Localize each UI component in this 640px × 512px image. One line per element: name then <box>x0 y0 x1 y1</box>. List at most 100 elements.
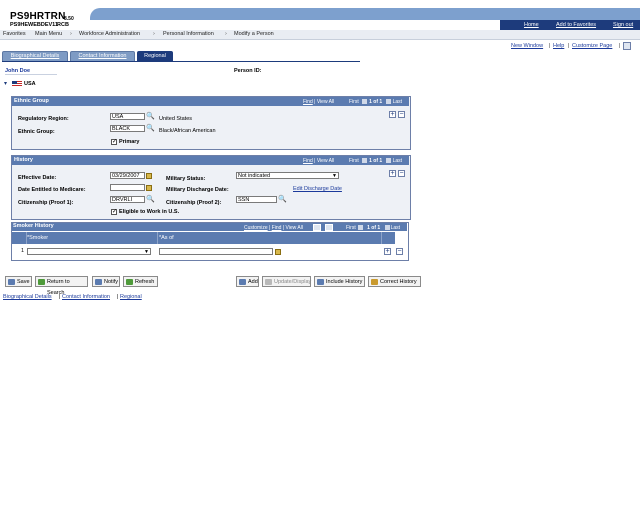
calendar-icon[interactable] <box>146 173 152 179</box>
history-find-link[interactable]: Find <box>303 158 313 164</box>
history-view-all: View All <box>316 158 335 164</box>
breadcrumb-separator: › <box>70 31 72 37</box>
add-to-favorites-link[interactable]: Add to Favorites <box>556 22 596 28</box>
database-name: PS9HEWEBDEV11 <box>10 22 58 28</box>
correct-history-button[interactable]: Correct History <box>368 276 421 287</box>
smoker-view-all: View All <box>285 225 303 231</box>
correct-history-icon <box>371 279 378 285</box>
history-count: 1 of 1 <box>369 158 383 164</box>
link-separator: | <box>568 43 570 49</box>
history-first-arrow-icon[interactable] <box>362 158 367 163</box>
smoker-last-arrow-icon[interactable] <box>385 225 390 230</box>
chevron-down-icon[interactable]: ▼ <box>332 173 337 179</box>
calendar-icon[interactable] <box>146 185 152 191</box>
ethnic-last-arrow-icon[interactable] <box>386 99 391 104</box>
return-to-search-button[interactable]: Return to Search <box>35 276 88 296</box>
menu-workforce-administration[interactable]: Workforce Administration <box>79 31 140 37</box>
update-display-icon <box>265 279 272 285</box>
add-row-icon[interactable]: + <box>384 248 391 255</box>
add-icon <box>239 279 246 285</box>
save-button[interactable]: Save <box>5 276 32 287</box>
name-underline <box>5 74 57 75</box>
smoker-first-arrow-icon[interactable] <box>358 225 363 230</box>
us-flag-canton <box>12 81 17 84</box>
save-icon <box>8 279 15 285</box>
footer-link-regional[interactable]: Regional <box>120 294 142 300</box>
refresh-button[interactable]: Refresh <box>123 276 158 287</box>
lookup-icon[interactable]: 🔍 <box>278 196 287 203</box>
eligible-to-work-checkbox[interactable]: ✓ <box>111 209 117 215</box>
menu-modify-a-person[interactable]: Modify a Person <box>234 31 274 37</box>
sign-out-link[interactable]: Sign out <box>613 22 633 28</box>
smoker-customize-link[interactable]: Customize <box>244 225 268 231</box>
download-icon[interactable] <box>313 224 321 231</box>
collapse-icon[interactable]: ▾ <box>4 80 7 87</box>
history-title: History <box>14 157 33 163</box>
smoker-column-header[interactable]: *Smoker <box>27 235 48 241</box>
citizenship-proof2-label: Citizenship (Proof 2): <box>166 200 222 206</box>
column-divider <box>157 232 158 244</box>
ethnic-group-desc: Black/African American <box>159 128 216 134</box>
notify-icon <box>95 279 102 285</box>
citizenship-proof2-input[interactable]: SSN <box>236 196 277 203</box>
update-display-button[interactable]: Update/Display <box>262 276 311 287</box>
smoker-column-header-row <box>12 232 395 244</box>
customize-page-link[interactable]: Customize Page <box>572 43 612 49</box>
ethnic-find-link[interactable]: Find <box>303 99 313 105</box>
include-history-icon <box>317 279 324 285</box>
add-row-icon[interactable]: + <box>389 111 396 118</box>
menu-favorites[interactable]: Favorites <box>3 31 26 37</box>
ethnic-group-label: Ethnic Group: <box>18 129 55 135</box>
menu-main-menu[interactable]: Main Menu <box>35 31 62 37</box>
citizenship-proof1-input[interactable]: DRVRLI <box>110 196 145 203</box>
delete-row-icon[interactable]: − <box>396 248 403 255</box>
history-first: First <box>349 158 359 164</box>
ethnic-group-input[interactable]: BLACK <box>110 125 145 132</box>
include-history-button[interactable]: Include History <box>314 276 365 287</box>
lookup-icon[interactable]: 🔍 <box>146 125 155 132</box>
primary-checkbox[interactable]: ✓ <box>111 139 117 145</box>
new-window-link[interactable]: New Window <box>511 43 543 49</box>
as-of-date-input[interactable] <box>159 248 273 255</box>
ethnic-count: 1 of 1 <box>369 99 383 105</box>
help-link[interactable]: Help <box>553 43 564 49</box>
smoker-select[interactable] <box>27 248 151 255</box>
row-number: 1 <box>21 248 25 254</box>
delete-row-icon[interactable]: − <box>398 111 405 118</box>
footer-link-biographical-details[interactable]: Biographical Details <box>3 294 52 300</box>
ethnic-view-all: View All <box>316 99 335 105</box>
lookup-icon[interactable]: 🔍 <box>146 113 155 120</box>
medicare-label: Date Entitled to Medicare: <box>18 187 86 193</box>
link-separator: | <box>549 43 551 49</box>
smoker-find-link[interactable]: Find <box>272 225 282 231</box>
menu-personal-information[interactable]: Personal Information <box>163 31 214 37</box>
military-status-select[interactable]: Not indicated <box>236 172 339 179</box>
edit-discharge-date-link[interactable]: Edit Discharge Date <box>293 186 342 192</box>
chevron-down-icon[interactable]: ▼ <box>144 249 149 255</box>
delete-row-icon[interactable]: − <box>398 170 405 177</box>
breadcrumb-separator: › <box>225 31 227 37</box>
ethnic-first-arrow-icon[interactable] <box>362 99 367 104</box>
header-band <box>90 8 640 20</box>
medicare-date-input[interactable] <box>110 184 145 191</box>
regulatory-region-input[interactable]: USA <box>110 113 145 120</box>
as-of-column-header[interactable]: *As of <box>159 235 174 241</box>
calendar-icon[interactable] <box>275 249 281 255</box>
smoker-last: Last <box>390 225 401 231</box>
effective-date-input[interactable]: 03/29/2007 <box>110 172 145 179</box>
return-icon <box>38 279 45 285</box>
add-row-icon[interactable]: + <box>389 170 396 177</box>
ethnic-group-title: Ethnic Group <box>14 98 49 104</box>
home-link[interactable]: Home <box>524 22 539 28</box>
footer-link-contact-information[interactable]: Contact Information <box>62 294 110 300</box>
ethnic-first: First <box>349 99 359 105</box>
lookup-icon[interactable]: 🔍 <box>146 196 155 203</box>
tab-underline <box>2 61 360 62</box>
person-id-label: Person ID: <box>234 68 262 74</box>
add-button[interactable]: Add <box>236 276 259 287</box>
grid-view-icon[interactable] <box>325 224 333 231</box>
history-last-arrow-icon[interactable] <box>386 158 391 163</box>
notify-button[interactable]: Notify <box>92 276 120 287</box>
link-separator: | <box>117 294 119 300</box>
page-help-icon[interactable] <box>623 42 631 50</box>
